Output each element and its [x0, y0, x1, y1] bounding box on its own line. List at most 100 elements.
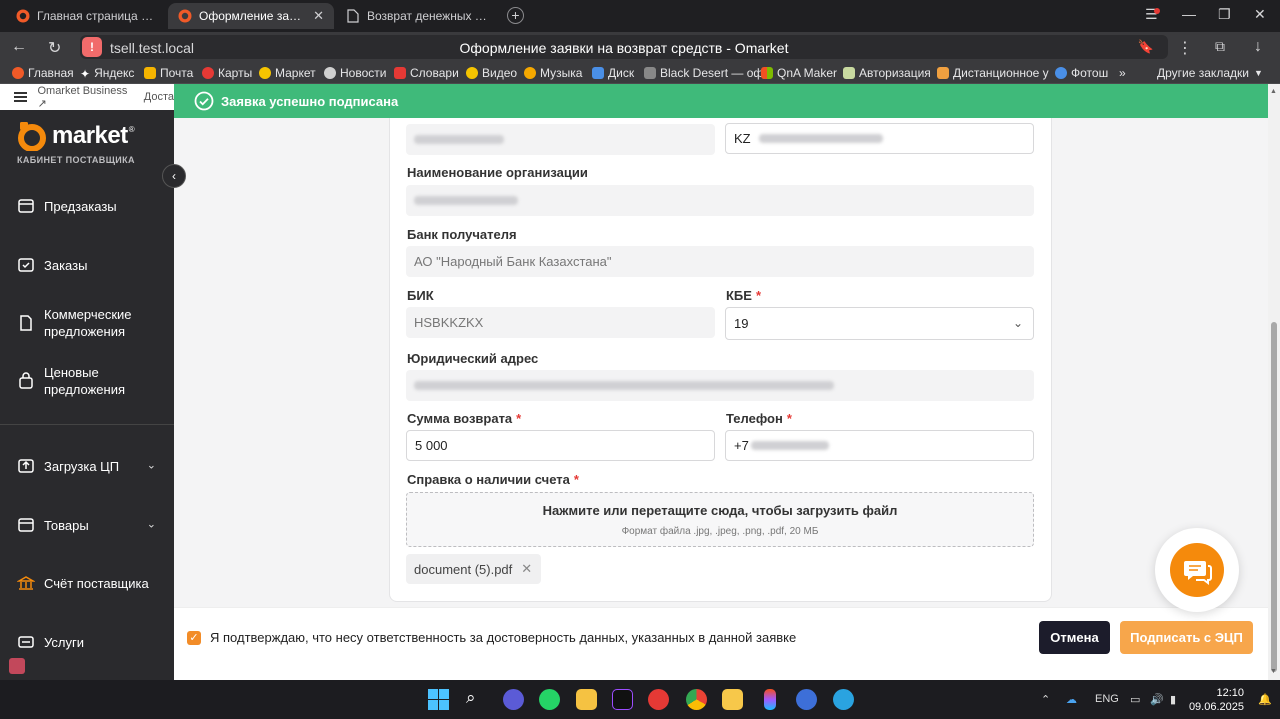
kbe-select[interactable]: 19 ⌄	[725, 307, 1034, 340]
sidebar-item-products[interactable]: Товары ⌄	[0, 515, 174, 535]
file-explorer-icon[interactable]	[576, 689, 597, 710]
microsoft-icon	[761, 67, 773, 79]
toast-text: Заявка успешно подписана	[221, 93, 399, 109]
amount-label: Сумма возврата *	[407, 411, 522, 426]
sidebar-item-label: Загрузка ЦП	[44, 458, 120, 474]
datagrip-icon[interactable]	[612, 689, 633, 710]
more-icon[interactable]: ⋮	[1177, 38, 1193, 58]
sidebar-top-bar: Omarket Business ↗ Доста	[0, 84, 174, 110]
remove-file-icon[interactable]: ✕	[521, 561, 532, 577]
page-title: Оформление заявки на возврат средств - O…	[459, 40, 789, 56]
support-chat-button[interactable]	[1155, 528, 1239, 612]
tab-title: Оформление заявки на возврат средств	[199, 9, 308, 23]
yandex-browser-icon[interactable]	[648, 689, 669, 710]
system-clock[interactable]: 12:10 09.06.2025	[1189, 686, 1244, 714]
bookmark-news[interactable]: Новости	[324, 66, 386, 80]
tab-refund[interactable]: Возврат денежных средств	[336, 3, 500, 29]
bookmark-auth[interactable]: Авторизация	[843, 66, 931, 80]
notifications-icon[interactable]: 🔔	[1258, 693, 1272, 706]
bookmark-yandex[interactable]: ✦ Яндекс	[80, 66, 134, 81]
sidebar-item-price-offers[interactable]: Ценовые предложения	[0, 363, 174, 399]
disk-icon	[592, 67, 604, 79]
language-indicator[interactable]: ENG	[1095, 693, 1119, 705]
more-bookmarks-button[interactable]: »	[1119, 66, 1126, 80]
bookmark-icon[interactable]: 🔖	[1138, 39, 1154, 55]
telegram-icon[interactable]	[833, 689, 854, 710]
bookmark-distance[interactable]: Дистанционное у	[937, 66, 1049, 80]
app-icon[interactable]	[796, 689, 817, 710]
bookmark-maps[interactable]: Карты	[202, 66, 252, 80]
cancel-button[interactable]: Отмена	[1039, 621, 1110, 654]
menu-icon[interactable]	[14, 92, 28, 102]
network-icon[interactable]: ▭	[1130, 693, 1140, 706]
sign-ecp-button[interactable]: Подписать с ЭЦП	[1120, 621, 1253, 654]
bookmark-mail[interactable]: Почта	[144, 66, 193, 80]
notes-icon[interactable]	[722, 689, 743, 710]
page-scrollbar[interactable]: ▲ ▼	[1268, 84, 1280, 680]
restore-icon[interactable]: ❐	[1218, 6, 1231, 23]
onedrive-icon[interactable]: ☁	[1066, 693, 1077, 706]
yandex-icon	[12, 67, 24, 79]
close-tab-icon[interactable]: ✕	[313, 8, 324, 24]
copilot-icon[interactable]	[503, 689, 524, 710]
logo-subtitle: КАБИНЕТ ПОСТАВЩИКА	[17, 155, 135, 165]
amount-input[interactable]: 5 000	[406, 430, 715, 461]
whatsapp-icon[interactable]	[539, 689, 560, 710]
bookmark-qna[interactable]: QnA Maker	[761, 66, 837, 80]
close-window-icon[interactable]: ✕	[1254, 6, 1266, 23]
blurred-value	[758, 134, 883, 143]
battery-icon[interactable]: ▮	[1170, 693, 1176, 706]
bookmark-video[interactable]: Видео	[466, 66, 517, 80]
extensions-icon[interactable]: ⧉	[1215, 38, 1225, 55]
sidebar-item-services[interactable]: Услуги	[0, 632, 174, 652]
figma-icon[interactable]	[764, 689, 776, 710]
other-bookmarks[interactable]: Другие закладки ▼	[1157, 66, 1263, 80]
bookmark-photoshop[interactable]: Фотош	[1055, 66, 1108, 80]
bookmark-music[interactable]: Музыка	[524, 66, 582, 80]
search-icon[interactable]: ⌕	[466, 688, 476, 708]
logo-text: market	[52, 122, 128, 149]
file-upload-dropzone[interactable]: Нажмите или перетащите сюда, чтобы загру…	[406, 492, 1034, 547]
iban-field[interactable]: KZ	[725, 123, 1034, 154]
dev-tools-icon[interactable]	[9, 658, 25, 674]
delivery-link[interactable]: Доста	[144, 91, 174, 103]
windows-start-icon[interactable]	[428, 689, 449, 710]
volume-icon[interactable]: 🔊	[1150, 693, 1164, 706]
phone-input[interactable]: +7	[725, 430, 1034, 461]
omarket-business-link[interactable]: Omarket Business ↗	[37, 85, 135, 110]
back-icon[interactable]: ←	[11, 38, 27, 56]
tab-refund-request[interactable]: Оформление заявки на возврат средств ✕	[168, 3, 334, 29]
bookmark-market[interactable]: Маркет	[259, 66, 316, 80]
sidebar-item-supplier-account[interactable]: Счёт поставщика	[0, 573, 174, 593]
page-icon	[346, 9, 360, 23]
chrome-icon[interactable]	[686, 689, 707, 710]
market-logo[interactable]: market ®	[16, 121, 135, 151]
play-icon	[466, 67, 478, 79]
chevron-down-icon: ⌄	[1012, 316, 1023, 330]
download-icon[interactable]: ↓	[1254, 38, 1262, 56]
sidebar-item-orders[interactable]: Заказы	[0, 255, 174, 275]
market-icon	[259, 67, 271, 79]
new-tab-button[interactable]: +	[507, 7, 524, 24]
reload-icon[interactable]: ↻	[48, 38, 61, 58]
minimize-icon[interactable]: —	[1182, 6, 1196, 22]
bookmark-home[interactable]: Главная	[12, 66, 74, 80]
confirm-checkbox[interactable]: ✓	[187, 631, 201, 645]
bookmark-dictionaries[interactable]: Словари	[394, 66, 459, 80]
box-icon	[18, 199, 34, 213]
scrollbar-thumb[interactable]	[1271, 322, 1277, 672]
sidebar-item-upload-prices[interactable]: Загрузка ЦП ⌄	[0, 456, 174, 476]
scroll-up-icon[interactable]: ▲	[1270, 88, 1277, 95]
sidebar-item-preorders[interactable]: Предзаказы	[0, 196, 174, 216]
scroll-down-icon[interactable]: ▼	[1270, 668, 1277, 675]
game-icon	[644, 67, 656, 79]
bookmark-black-desert[interactable]: Black Desert — оф	[644, 66, 763, 80]
tab-home[interactable]: Главная страница - Omarket	[6, 3, 166, 29]
tab-title: Главная страница - Omarket	[37, 9, 156, 23]
bookmark-disk[interactable]: Диск	[592, 66, 634, 80]
sidebar-collapse-button[interactable]: ‹	[162, 164, 186, 188]
sidebar-item-label: Услуги	[44, 634, 84, 650]
sidebar-item-commercial-offers[interactable]: Коммерческие предложения	[0, 305, 174, 341]
tray-expand-icon[interactable]: ⌃	[1041, 693, 1050, 706]
url-field[interactable]: ! tsell.test.local Оформление заявки на …	[80, 35, 1168, 59]
